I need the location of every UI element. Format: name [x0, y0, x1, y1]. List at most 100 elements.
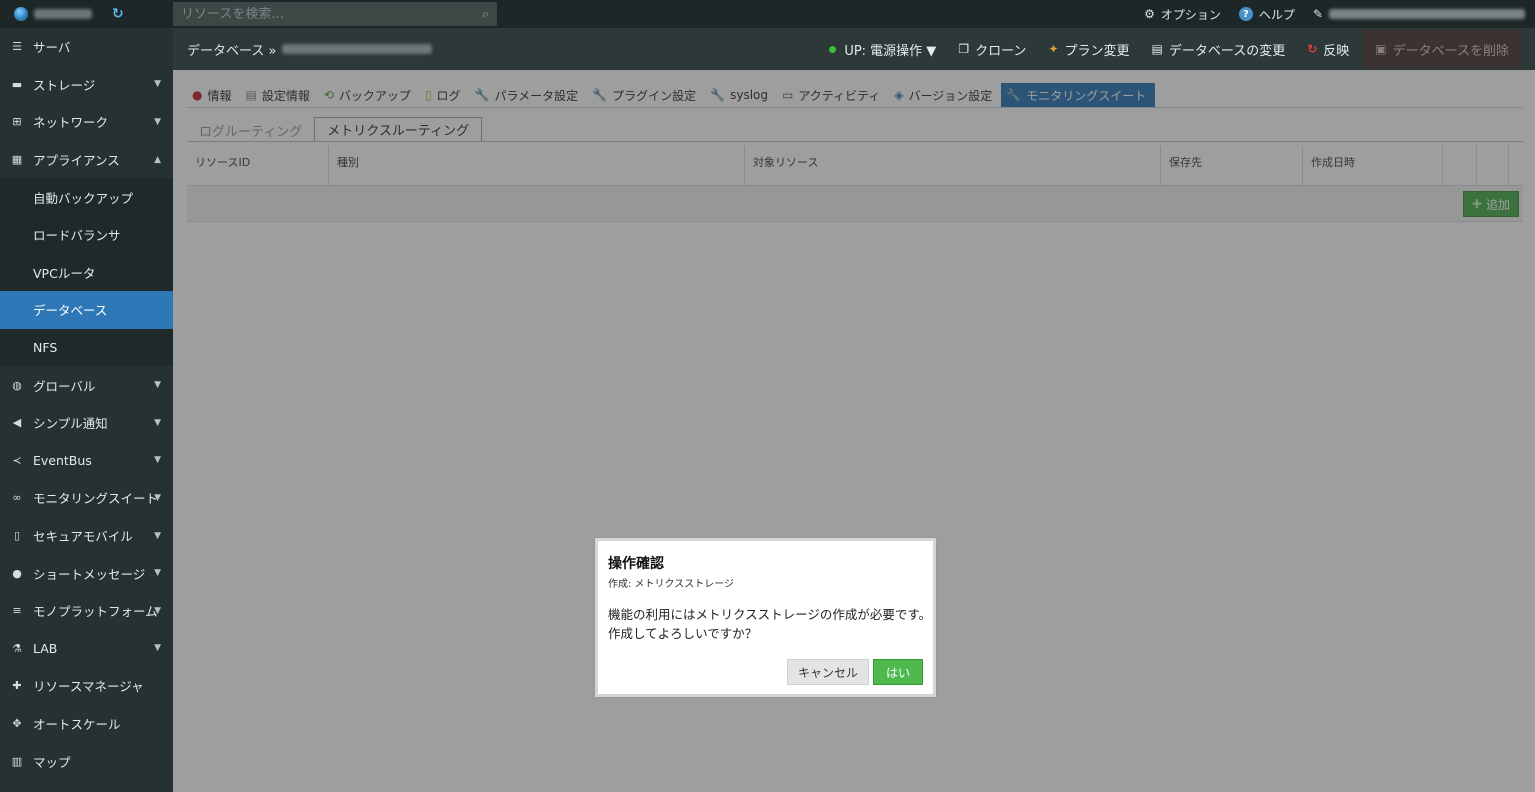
user-name-redacted	[1329, 9, 1525, 19]
apply-button[interactable]: ↻ 反映	[1307, 40, 1349, 59]
chevron-down-icon: ▼	[154, 417, 161, 428]
sidebar-item-network[interactable]: ⊞ ネットワーク ▼	[0, 103, 173, 141]
cancel-button[interactable]: キャンセル	[786, 659, 869, 685]
power-menu-button[interactable]: UP: 電源操作 ▼	[829, 40, 936, 59]
dialog-message: 機能の利用にはメトリクスストレージの作成が必要です。 作成してよろしいですか？	[608, 605, 931, 643]
globe-icon: ◍	[12, 378, 22, 392]
change-database-button[interactable]: ▤ データベースの変更	[1152, 40, 1286, 59]
search-box: ⌕	[173, 2, 497, 26]
clone-label: クローン	[975, 43, 1027, 59]
sidebar-subitem-auto-backup[interactable]: 自動バックアップ	[0, 178, 173, 216]
help-icon: ?	[1238, 7, 1253, 21]
account-name-redacted	[34, 9, 92, 19]
map-icon: ▥	[11, 754, 23, 768]
sidebar-item-label: ストレージ	[33, 77, 96, 93]
appliance-icon: ▦	[11, 153, 23, 167]
sidebar-item-lab[interactable]: ⚗ LAB ▼	[0, 630, 173, 668]
sidebar-item-label: ショートメッセージ	[33, 566, 146, 582]
sidebar-item-label: LAB	[33, 640, 58, 656]
storage-icon: ▬	[11, 77, 23, 91]
delete-label: データベースを削除	[1392, 43, 1509, 59]
sidebar-item-label: グローバル	[33, 378, 96, 394]
chevron-down-icon: ▼	[154, 79, 161, 90]
dialog-message-line1: 機能の利用にはメトリクスストレージの作成が必要です。	[608, 607, 932, 622]
trash-icon: ▣	[1375, 42, 1387, 56]
refresh-icon[interactable]: ↻	[112, 6, 124, 22]
sidebar-item-simple-notification[interactable]: ◀ シンプル通知 ▼	[0, 404, 173, 442]
sidebar-item-label: シンプル通知	[33, 416, 108, 432]
chevron-down-icon: ▼	[154, 492, 161, 503]
network-icon: ⊞	[12, 115, 22, 129]
sidebar-item-storage[interactable]: ▬ ストレージ ▼	[0, 66, 173, 104]
options-link[interactable]: ⚙ オプション	[1144, 6, 1221, 23]
sidebar-subitem-vpc-router[interactable]: VPCルータ	[0, 253, 173, 292]
database-icon: ▤	[1151, 42, 1163, 56]
move-icon: ✥	[12, 716, 22, 730]
chevron-up-icon: ▲	[154, 154, 161, 165]
sidebar-item-appliance[interactable]: ▦ アプライアンス ▲	[0, 141, 173, 179]
plan-label: プラン変更	[1064, 43, 1130, 59]
status-up-icon	[829, 45, 837, 53]
apply-label: 反映	[1323, 43, 1350, 59]
yes-button[interactable]: はい	[872, 659, 923, 685]
sidebar-subitem-load-balancer[interactable]: ロードバランサ	[0, 215, 173, 254]
sidebar-item-secure-mobile[interactable]: ▯ セキュアモバイル ▼	[0, 517, 173, 555]
copy-icon: ❐	[958, 42, 970, 56]
sidebar-item-label: モノプラットフォーム	[33, 604, 158, 620]
dialog-message-line2: 作成してよろしいですか？	[608, 626, 758, 641]
sidebar-subitem-nfs[interactable]: NFS	[0, 328, 173, 367]
chat-icon: ●	[12, 566, 22, 580]
help-link[interactable]: ? ヘルプ	[1238, 6, 1295, 23]
sidebar-item-label: アプライアンス	[33, 153, 120, 169]
sidebar-item-label: ネットワーク	[33, 115, 109, 131]
dialog-subtitle: 作成: メトリクスストレージ	[608, 579, 735, 590]
sidebar: ☰ サーバ ▬ ストレージ ▼ ⊞ ネットワーク ▼ ▦ アプライアンス ▲ 自…	[0, 28, 173, 792]
plan-change-button[interactable]: ✦ プラン変更	[1048, 40, 1129, 59]
delete-database-button[interactable]: ▣ データベースを削除	[1363, 30, 1521, 68]
user-menu[interactable]: ✎	[1313, 7, 1525, 21]
search-icon[interactable]: ⌕	[482, 7, 489, 22]
globe-icon	[14, 7, 28, 21]
list-icon: ≡	[12, 604, 22, 618]
gear-icon: ⚙	[1144, 7, 1155, 21]
share-icon: ≺	[12, 453, 22, 467]
chevron-down-icon: ▼	[154, 530, 161, 541]
sidebar-item-eventbus[interactable]: ≺ EventBus ▼	[0, 442, 173, 480]
flask-icon: ⚗	[12, 641, 22, 655]
sidebar-item-label: オートスケール	[33, 716, 121, 732]
sidebar-item-label: モニタリングスイート	[33, 491, 159, 507]
top-bar-links: ⚙ オプション ? ヘルプ ✎	[1126, 0, 1535, 28]
chevron-down-icon: ▼	[154, 643, 161, 654]
sidebar-item-server[interactable]: ☰ サーバ	[0, 28, 173, 66]
sidebar-item-label: リソースマネージャ	[33, 679, 144, 695]
sidebar-item-label: サーバ	[33, 40, 71, 56]
mobile-icon: ▯	[13, 529, 21, 543]
feather-icon: ✎	[1312, 7, 1323, 21]
search-input[interactable]	[181, 6, 461, 22]
chevron-down-icon: ▼	[154, 380, 161, 391]
binoculars-icon: ∞	[12, 491, 22, 505]
top-bar: ↻ ⌕ ⚙ オプション ? ヘルプ ✎	[0, 0, 1535, 28]
sidebar-item-map[interactable]: ▥ マップ	[0, 742, 173, 780]
confirm-dialog: 操作確認 作成: メトリクスストレージ 機能の利用にはメトリクスストレージの作成…	[595, 538, 936, 697]
chevron-down-icon: ▼	[154, 116, 161, 127]
sidebar-item-label: EventBus	[33, 452, 92, 468]
sidebar-item-monitoring-suite[interactable]: ∞ モニタリングスイート ▼	[0, 479, 173, 517]
sidebar-item-autoscale[interactable]: ✥ オートスケール	[0, 705, 173, 743]
account-switcher[interactable]: ↻	[0, 0, 173, 28]
sidebar-item-resource-manager[interactable]: ✚ リソースマネージャ	[0, 667, 173, 705]
server-icon: ☰	[12, 40, 22, 54]
sidebar-item-global[interactable]: ◍ グローバル ▼	[0, 366, 173, 404]
breadcrumb-label[interactable]: データベース »	[187, 40, 276, 59]
sidebar-item-label: セキュアモバイル	[33, 529, 133, 545]
options-label: オプション	[1160, 7, 1221, 22]
refresh-red-icon: ↻	[1307, 42, 1318, 56]
sidebar-item-short-message[interactable]: ● ショートメッセージ ▼	[0, 554, 173, 592]
megaphone-icon: ◀	[12, 416, 22, 430]
sidebar-subitem-database[interactable]: データベース	[0, 291, 173, 329]
sidebar-item-mono-platform[interactable]: ≡ モノプラットフォーム ▼	[0, 592, 173, 630]
help-label: ヘルプ	[1258, 7, 1295, 22]
dialog-buttons: キャンセル はい	[786, 659, 923, 685]
resource-header: データベース » UP: 電源操作 ▼ ❐ クローン ✦ プラン変更 ▤ データ…	[173, 28, 1535, 70]
clone-button[interactable]: ❐ クローン	[958, 40, 1026, 59]
